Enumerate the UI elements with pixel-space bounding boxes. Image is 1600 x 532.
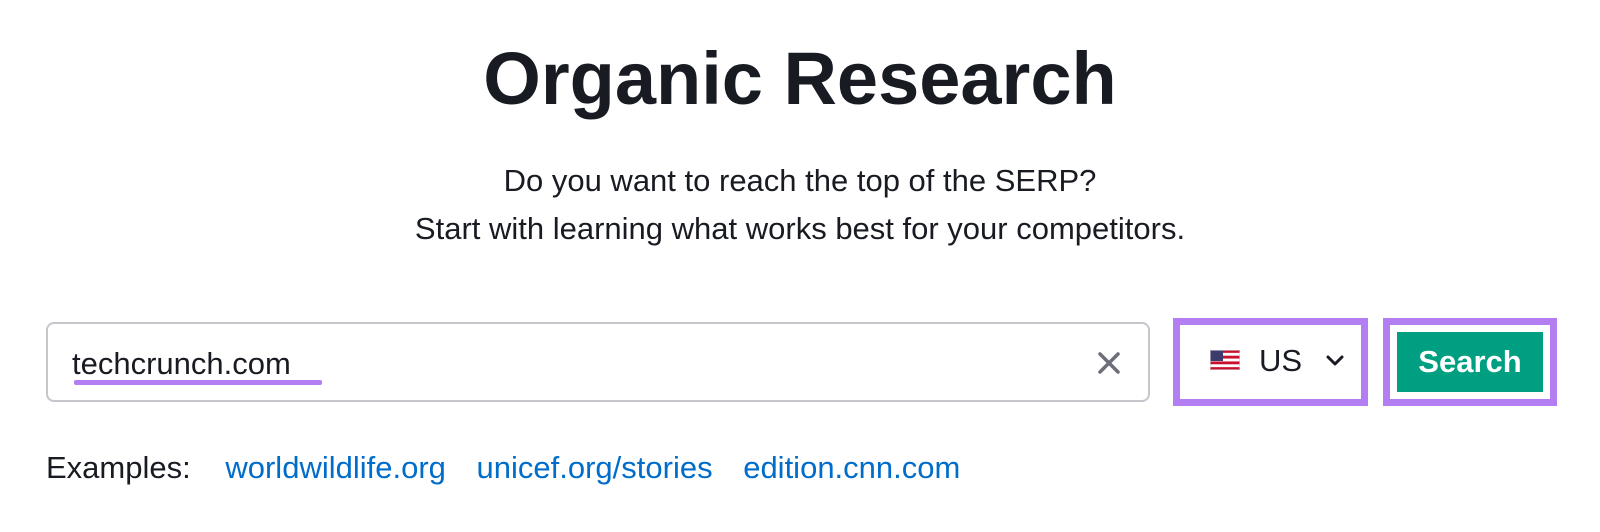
input-highlight-underline [74,380,322,385]
examples-row: Examples: worldwildlife.org unicef.org/s… [46,452,982,483]
page-title: Organic Research [483,37,1117,120]
close-icon[interactable] [1092,346,1126,380]
chevron-down-icon [1325,354,1345,368]
search-button[interactable]: Search [1397,332,1543,392]
example-link[interactable]: edition.cnn.com [743,450,960,485]
page-subtitle-line-2: Start with learning what works best for … [414,211,1186,246]
search-box [46,322,1150,402]
database-label: US [1259,343,1303,378]
us-flag-icon [1210,350,1240,370]
search-button-highlight: Search [1383,318,1557,406]
example-link[interactable]: worldwildlife.org [225,450,446,485]
examples-label: Examples: [46,450,191,485]
example-link[interactable]: unicef.org/stories [477,450,713,485]
page-subtitle-line-1: Do you want to reach the top of the SERP… [503,163,1097,198]
database-select[interactable]: US [1187,332,1354,392]
database-select-highlight: US [1173,318,1368,406]
